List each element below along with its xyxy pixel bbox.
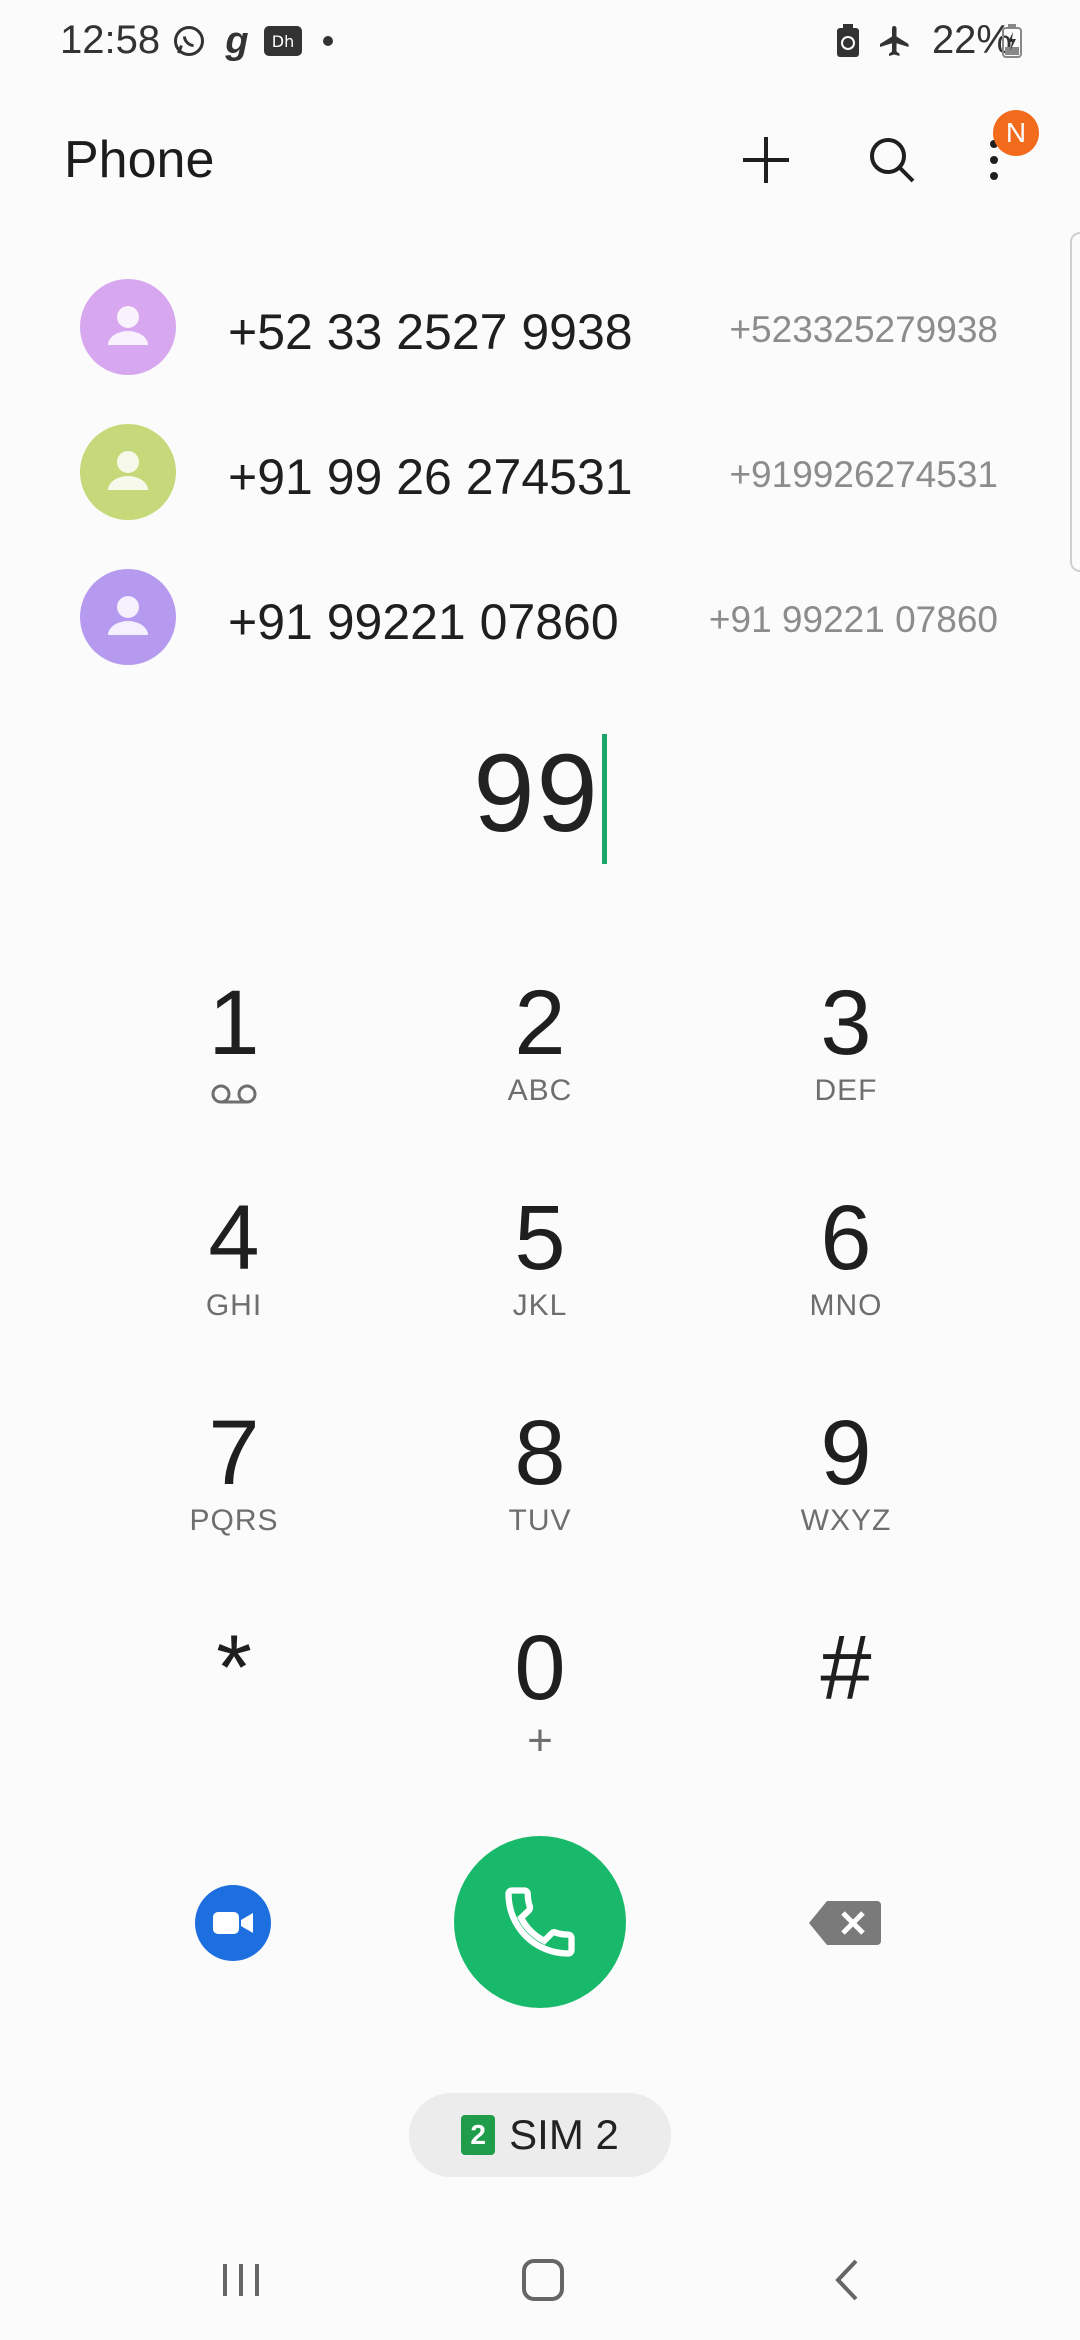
status-time: 12:58 <box>60 18 161 62</box>
suggestion-name: +91 99221 07860 <box>228 594 619 650</box>
video-call-button[interactable] <box>195 1885 271 1961</box>
sim-icon: 2 <box>461 2115 496 2155</box>
key-digit: 0 <box>514 1617 566 1719</box>
page-title: Phone <box>64 131 215 189</box>
person-icon <box>108 306 148 345</box>
key-digit: 9 <box>820 1402 872 1504</box>
suggestion-number: +523325279938 <box>729 309 998 350</box>
key-1[interactable]: 1 <box>109 970 359 1160</box>
sim-label: SIM 2 <box>509 2111 619 2158</box>
sim-selector[interactable]: 2 SIM 2 <box>409 2093 671 2177</box>
key-letters: GHI <box>205 1289 263 1322</box>
key-7[interactable]: 7 PQRS <box>109 1400 359 1590</box>
hotstar-icon: Dh <box>262 20 304 62</box>
recents-button[interactable] <box>181 2240 301 2320</box>
avatar <box>80 569 176 665</box>
person-icon <box>108 596 148 635</box>
suggestion-name: +52 33 2527 9938 <box>228 304 633 360</box>
phone-call-icon <box>505 1887 575 1957</box>
search-button[interactable] <box>852 120 932 200</box>
voicemail-icon <box>211 1084 257 1104</box>
key-digit: * <box>216 1617 252 1719</box>
suggestion-number: +919926274531 <box>729 454 998 495</box>
notification-badge: N <box>993 110 1039 156</box>
battery-saver-icon <box>832 20 864 62</box>
key-star[interactable]: * <box>109 1615 359 1805</box>
key-digit: 1 <box>208 972 260 1074</box>
list-item[interactable]: +91 99221 07860 +91 99221 07860 <box>0 545 1080 690</box>
key-9[interactable]: 9 WXYZ <box>721 1400 971 1590</box>
battery-charging-icon <box>1000 20 1024 62</box>
key-digit: 4 <box>208 1187 260 1289</box>
key-letters: + <box>527 1716 553 1765</box>
more-dot-icon <box>320 20 336 62</box>
dialed-number: 99 <box>473 732 600 855</box>
add-contact-button[interactable] <box>726 120 806 200</box>
back-button[interactable] <box>786 2240 906 2320</box>
key-0[interactable]: 0 + <box>415 1615 665 1805</box>
key-letters: PQRS <box>189 1504 279 1537</box>
dialed-number-field[interactable]: 99 <box>0 730 1080 870</box>
key-6[interactable]: 6 MNO <box>721 1185 971 1375</box>
back-icon <box>835 2259 858 2301</box>
call-button[interactable] <box>454 1836 626 2008</box>
key-letters: ABC <box>507 1074 573 1107</box>
svg-text:Dh: Dh <box>272 32 294 51</box>
key-digit: 5 <box>514 1187 566 1289</box>
key-4[interactable]: 4 GHI <box>109 1185 359 1375</box>
status-bar: 12:58 g Dh 22% <box>0 0 1080 84</box>
key-3[interactable]: 3 DEF <box>721 970 971 1160</box>
key-letters: JKL <box>512 1289 568 1322</box>
backspace-button[interactable] <box>805 1883 885 1963</box>
key-hash[interactable]: # <box>721 1615 971 1805</box>
key-digit: 7 <box>208 1402 260 1504</box>
scroll-handle[interactable] <box>1070 232 1080 572</box>
suggestion-number: +91 99221 07860 <box>708 599 998 640</box>
phone-dialer-screen: 12:58 g Dh 22% Phone N +52 33 2527 9938 … <box>0 0 1080 2340</box>
avatar <box>80 424 176 520</box>
key-5[interactable]: 5 JKL <box>415 1185 665 1375</box>
key-digit: 6 <box>820 1187 872 1289</box>
key-digit: # <box>820 1617 872 1719</box>
key-digit: 3 <box>820 972 872 1074</box>
suggestion-name: +91 99 26 274531 <box>228 449 633 505</box>
home-button[interactable] <box>483 2240 603 2320</box>
key-letters: MNO <box>809 1289 883 1322</box>
add-icon <box>743 137 789 183</box>
avatar <box>80 279 176 375</box>
whatsapp-icon <box>168 20 210 62</box>
home-icon <box>522 2259 564 2301</box>
key-letters: DEF <box>814 1074 878 1107</box>
app-bar: Phone N <box>0 100 1080 220</box>
airplane-mode-icon <box>874 20 916 62</box>
person-icon <box>108 451 148 490</box>
gaana-icon: g <box>225 19 249 62</box>
key-digit: 2 <box>514 972 566 1074</box>
text-cursor <box>601 734 607 864</box>
call-actions <box>0 1835 1080 2010</box>
navigation-bar <box>0 2220 1080 2340</box>
search-icon <box>870 138 915 183</box>
list-item[interactable]: +91 99 26 274531 +919926274531 <box>0 400 1080 545</box>
key-letters: TUV <box>508 1504 572 1537</box>
key-8[interactable]: 8 TUV <box>415 1400 665 1590</box>
key-digit: 8 <box>514 1402 566 1504</box>
recents-icon <box>223 2264 259 2296</box>
contact-suggestions: +52 33 2527 9938 +523325279938 +91 99 26… <box>0 255 1080 690</box>
video-call-icon <box>213 1912 253 1934</box>
key-letters: WXYZ <box>800 1504 892 1537</box>
key-2[interactable]: 2 ABC <box>415 970 665 1160</box>
list-item[interactable]: +52 33 2527 9938 +523325279938 <box>0 255 1080 400</box>
backspace-icon <box>809 1901 881 1945</box>
dial-keypad: 1 2 ABC 3 DEF 4 GHI 5 JKL 6 MNO 7 PQRS 8… <box>0 970 1080 1830</box>
